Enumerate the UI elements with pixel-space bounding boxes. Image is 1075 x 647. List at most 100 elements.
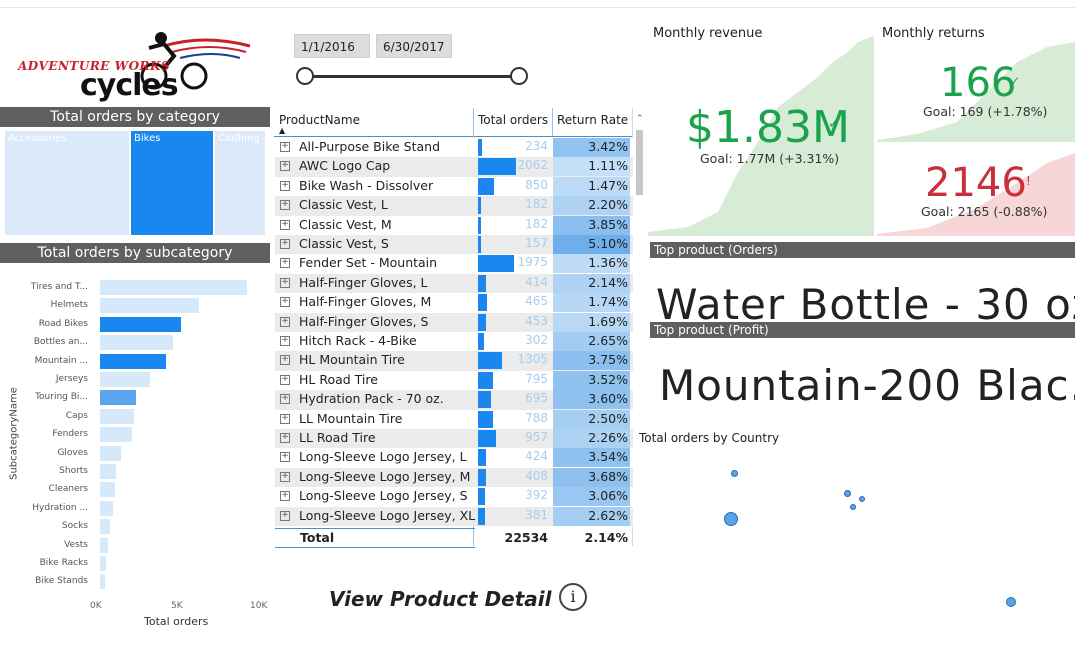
expand-icon[interactable]: +	[280, 452, 290, 463]
expand-icon[interactable]: +	[280, 336, 290, 346]
subcategory-bar[interactable]	[100, 537, 109, 553]
table-row[interactable]: + LL Mountain Tire 788 2.50%	[275, 409, 633, 429]
expand-icon[interactable]: +	[280, 180, 290, 191]
expand-icon[interactable]: +	[280, 161, 290, 172]
subcategory-label: Tires and T...	[30, 282, 88, 292]
product-name: LL Road Tire	[299, 430, 376, 445]
subcategory-bar[interactable]	[100, 500, 113, 516]
map-bubble[interactable]	[731, 470, 738, 477]
expand-icon[interactable]: +	[280, 433, 290, 443]
expand-icon[interactable]: +	[280, 258, 290, 269]
col-header-return-rate[interactable]: Return Rate	[557, 113, 628, 127]
subcategory-bar[interactable]	[100, 519, 110, 535]
table-row[interactable]: + Long-Sleeve Logo Jersey, XL 381 2.62%	[275, 506, 633, 526]
subcategory-bar[interactable]	[100, 574, 105, 590]
expand-icon[interactable]: +	[280, 297, 290, 308]
subcategory-label: Bottles an...	[33, 337, 88, 348]
scroll-up-icon[interactable]: ⌃	[636, 114, 644, 124]
view-product-detail-button[interactable]: View Product Detail	[329, 587, 552, 611]
return-rate-value: 3.75%	[588, 352, 628, 368]
table-row[interactable]: + Fender Set - Mountain 1975 1.36%	[275, 254, 633, 274]
adventure-works-logo: ADVENTURE WORKS cycles	[14, 26, 254, 104]
product-name: Fender Set - Mountain	[299, 255, 438, 271]
col-header-productname[interactable]: ProductName	[279, 113, 360, 127]
map-bubble[interactable]	[850, 504, 856, 510]
map-bubble[interactable]	[859, 496, 865, 502]
table-row[interactable]: + HL Road Tire 795 3.52%	[275, 370, 633, 391]
table-row[interactable]: + LL Road Tire 957 2.26%	[275, 429, 633, 449]
start-date-input[interactable]: 1/1/2016	[294, 34, 370, 58]
x-tick-5k: 5K	[171, 601, 183, 611]
subcategory-bar[interactable]	[100, 427, 133, 443]
total-label: Total	[300, 530, 335, 545]
table-row[interactable]: + Half-Finger Gloves, S 453 1.69%	[275, 312, 633, 332]
subcategory-bar[interactable]	[100, 280, 248, 295]
subcategory-bar[interactable]	[100, 445, 122, 461]
subcategory-bar[interactable]	[100, 335, 173, 351]
expand-icon[interactable]: +	[280, 491, 290, 502]
table-row[interactable]: + Long-Sleeve Logo Jersey, L 424 3.54%	[275, 448, 633, 468]
expand-icon[interactable]: +	[280, 510, 290, 521]
table-row[interactable]: + All-Purpose Bike Stand 234 3.42%	[275, 138, 633, 158]
table-row[interactable]: + HL Mountain Tire 1305 3.75%	[275, 351, 633, 371]
subcategory-bar[interactable]	[100, 556, 107, 571]
return-rate-value: 3.60%	[588, 391, 628, 407]
table-row[interactable]: + Classic Vest, L 182 2.20%	[275, 196, 633, 216]
expand-icon[interactable]: +	[280, 394, 290, 405]
expand-icon[interactable]: +	[280, 239, 290, 249]
orders-value: 1305	[517, 352, 548, 367]
category-treemap[interactable]: Accessories Bikes Clothing	[5, 131, 265, 235]
map-bubble[interactable]	[844, 490, 851, 497]
orders-value: 414	[525, 274, 548, 289]
subcategory-bar[interactable]	[100, 316, 181, 332]
date-slider-track[interactable]	[304, 75, 520, 78]
category-tile-accessories[interactable]: Accessories	[5, 131, 129, 235]
table-row[interactable]: + AWC Logo Cap 2062 1.11%	[275, 157, 633, 177]
table-row[interactable]: + Half-Finger Gloves, L 414 2.14%	[275, 273, 633, 294]
expand-icon[interactable]: +	[280, 355, 290, 366]
expand-icon[interactable]: +	[280, 219, 290, 230]
table-row[interactable]: + Hydration Pack - 70 oz. 695 3.60%	[275, 390, 633, 410]
subcategory-bar-chart[interactable]: Tires and T... Helmets Road Bikes Bottles a…	[0, 270, 270, 600]
table-row[interactable]: + Classic Vest, S 157 5.10%	[275, 235, 633, 255]
table-row[interactable]: + Bike Wash - Dissolver 850 1.47%	[275, 176, 633, 197]
expand-icon[interactable]: +	[280, 277, 290, 288]
category-tile-bikes[interactable]: Bikes	[131, 131, 213, 235]
returns-value: 166	[940, 60, 1017, 106]
subcategory-bar[interactable]	[100, 372, 151, 387]
subcategory-bar[interactable]	[100, 298, 199, 314]
expand-icon[interactable]: +	[280, 471, 290, 482]
table-row[interactable]: + Long-Sleeve Logo Jersey, S 392 3.06%	[275, 487, 633, 507]
table-row[interactable]: + Half-Finger Gloves, M 465 1.74%	[275, 293, 633, 313]
subcategory-bar[interactable]	[100, 482, 115, 498]
subcategory-bar[interactable]	[100, 464, 117, 479]
sort-asc-icon[interactable]: ▲	[279, 126, 285, 135]
subcategory-label: Bike Stands	[35, 576, 88, 587]
subcategory-bar[interactable]	[100, 390, 136, 406]
col-header-total-orders[interactable]: Total orders	[478, 113, 548, 127]
expand-icon[interactable]: +	[280, 142, 290, 152]
subcategory-label: Caps	[65, 410, 88, 421]
subcategory-bar[interactable]	[100, 408, 135, 424]
table-row[interactable]: + Long-Sleeve Logo Jersey, M 408 3.68%	[275, 467, 633, 488]
map-bubble[interactable]	[724, 512, 738, 526]
expand-icon[interactable]: +	[280, 316, 290, 327]
country-map[interactable]	[640, 450, 1070, 640]
product-name: Hitch Rack - 4-Bike	[299, 333, 417, 348]
expand-icon[interactable]: +	[280, 374, 290, 385]
orders-value: 957	[525, 430, 548, 444]
table-row[interactable]: + Hitch Rack - 4-Bike 302 2.65%	[275, 332, 633, 352]
expand-icon[interactable]: +	[280, 413, 290, 424]
scrollbar-thumb[interactable]	[636, 130, 643, 195]
end-date-input[interactable]: 6/30/2017	[376, 34, 452, 58]
date-slider-end-handle[interactable]	[510, 67, 528, 85]
date-slider-start-handle[interactable]	[296, 67, 314, 85]
map-bubble[interactable]	[1006, 597, 1016, 607]
map-title: Total orders by Country	[639, 431, 780, 445]
info-icon[interactable]: i	[559, 583, 587, 611]
subcategory-bar[interactable]	[100, 353, 167, 369]
category-tile-clothing[interactable]: Clothing	[215, 131, 265, 235]
table-row[interactable]: + Classic Vest, M 182 3.85%	[275, 215, 633, 235]
orders-value: 695	[525, 391, 548, 406]
expand-icon[interactable]: +	[280, 200, 290, 211]
